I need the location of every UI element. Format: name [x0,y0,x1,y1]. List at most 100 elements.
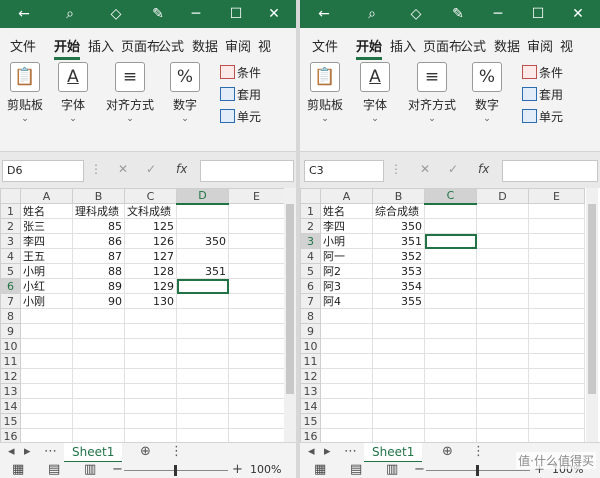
zoom-in-icon[interactable]: + [232,462,243,478]
column-header-b[interactable]: B [72,188,125,204]
cell[interactable]: 姓名 [20,203,73,219]
more-sheets-icon[interactable]: ⋯ [44,444,57,459]
cell[interactable] [320,353,373,369]
cell[interactable] [228,338,285,354]
next-sheet-icon[interactable]: ▸ [324,444,331,459]
cell[interactable] [124,323,177,339]
tab-formulas[interactable]: 公式 [460,36,486,55]
back-arrow-icon[interactable]: ← [14,4,34,24]
row-header[interactable]: 4 [0,248,21,264]
page-break-view-icon[interactable]: ▥ [84,462,96,478]
column-header-c[interactable]: C [424,188,477,205]
cell[interactable]: 353 [372,263,425,279]
cell[interactable] [528,263,585,279]
cell[interactable]: 89 [72,278,125,294]
next-sheet-icon[interactable]: ▸ [24,444,31,459]
cell[interactable]: 127 [124,248,177,264]
cell[interactable] [528,248,585,264]
cell[interactable] [424,263,477,279]
add-sheet-icon[interactable]: ⊕ [140,444,151,459]
row-header[interactable]: 4 [300,248,321,264]
cell[interactable] [424,413,477,429]
cell[interactable] [20,323,73,339]
row-header[interactable]: 6 [0,278,21,294]
cell[interactable] [424,203,477,219]
normal-view-icon[interactable]: ▦ [12,462,24,478]
cell[interactable] [124,383,177,399]
cell[interactable] [124,398,177,414]
cell[interactable] [20,353,73,369]
select-all-corner[interactable] [300,188,321,204]
close-icon[interactable]: ✕ [264,4,284,24]
cell[interactable]: 125 [124,218,177,234]
more-sheets-icon[interactable]: ⋮ [170,444,183,459]
cell[interactable] [476,278,529,294]
enter-icon[interactable]: ✓ [448,162,458,176]
cell[interactable] [20,383,73,399]
cell[interactable] [228,263,285,279]
cell[interactable] [528,203,585,219]
alignment-group[interactable]: ≡ 对齐方式 ⌄ [104,62,156,124]
back-arrow-icon[interactable]: ← [314,4,334,24]
cell[interactable]: 355 [372,293,425,309]
cell[interactable]: 90 [72,293,125,309]
cell[interactable] [176,278,229,294]
row-header[interactable]: 9 [0,323,21,339]
cell[interactable] [320,428,373,442]
cell[interactable] [476,263,529,279]
cell[interactable] [528,308,585,324]
cell[interactable] [424,428,477,442]
minimize-icon[interactable]: ─ [488,4,508,24]
cell[interactable]: 354 [372,278,425,294]
sheet-tab-sheet1[interactable]: Sheet1 [64,443,123,463]
tab-insert[interactable]: 插入 [88,36,114,55]
cell[interactable] [476,293,529,309]
sheet-table[interactable]: A B C D E 1 姓名 综合成绩 2 李四 350 3 小明 351 4 阿一 352 5 阿2 353 6 阿3 3… [300,188,585,442]
cell[interactable]: 李四 [20,233,73,249]
name-box[interactable]: D6 [2,160,84,182]
cell[interactable] [476,368,529,384]
tab-review[interactable]: 审阅 [527,36,553,55]
cell[interactable]: 理科成绩 [72,203,125,219]
cell[interactable] [528,353,585,369]
cell[interactable] [424,308,477,324]
pen-icon[interactable]: ✎ [448,4,468,24]
zoom-level[interactable]: 100% [250,462,281,478]
cell[interactable] [320,323,373,339]
cell[interactable] [20,368,73,384]
column-header-a[interactable]: A [20,188,73,204]
conditional-format-button[interactable]: 条件 [522,64,563,81]
cell[interactable] [228,278,285,294]
column-header-b[interactable]: B [372,188,425,204]
cell[interactable] [176,338,229,354]
cell[interactable] [372,383,425,399]
minimize-icon[interactable]: ─ [186,4,206,24]
tab-data[interactable]: 数据 [192,36,218,55]
row-header[interactable]: 7 [300,293,321,309]
cell[interactable] [124,353,177,369]
alignment-group[interactable]: ≡ 对齐方式 ⌄ [406,62,458,124]
row-header[interactable]: 11 [300,353,321,369]
cell[interactable] [528,218,585,234]
tab-formulas[interactable]: 公式 [158,36,184,55]
cell[interactable]: 阿4 [320,293,373,309]
cell[interactable]: 王五 [20,248,73,264]
cell[interactable] [372,413,425,429]
conditional-format-button[interactable]: 条件 [220,64,261,81]
cell[interactable] [124,428,177,442]
cell[interactable] [228,308,285,324]
cell[interactable] [72,383,125,399]
cell[interactable] [176,413,229,429]
cell[interactable] [528,278,585,294]
row-header[interactable]: 8 [300,308,321,324]
cell[interactable] [476,203,529,219]
cell[interactable] [424,218,477,234]
tab-home[interactable]: 开始 [356,36,383,60]
diamond-icon[interactable]: ◇ [406,4,426,24]
cell[interactable] [124,413,177,429]
tab-page-layout[interactable]: 页面布 [423,36,462,55]
cell[interactable] [20,398,73,414]
page-break-view-icon[interactable]: ▥ [386,462,398,478]
cell[interactable] [424,278,477,294]
sheet-tab-sheet1[interactable]: Sheet1 [364,443,423,463]
